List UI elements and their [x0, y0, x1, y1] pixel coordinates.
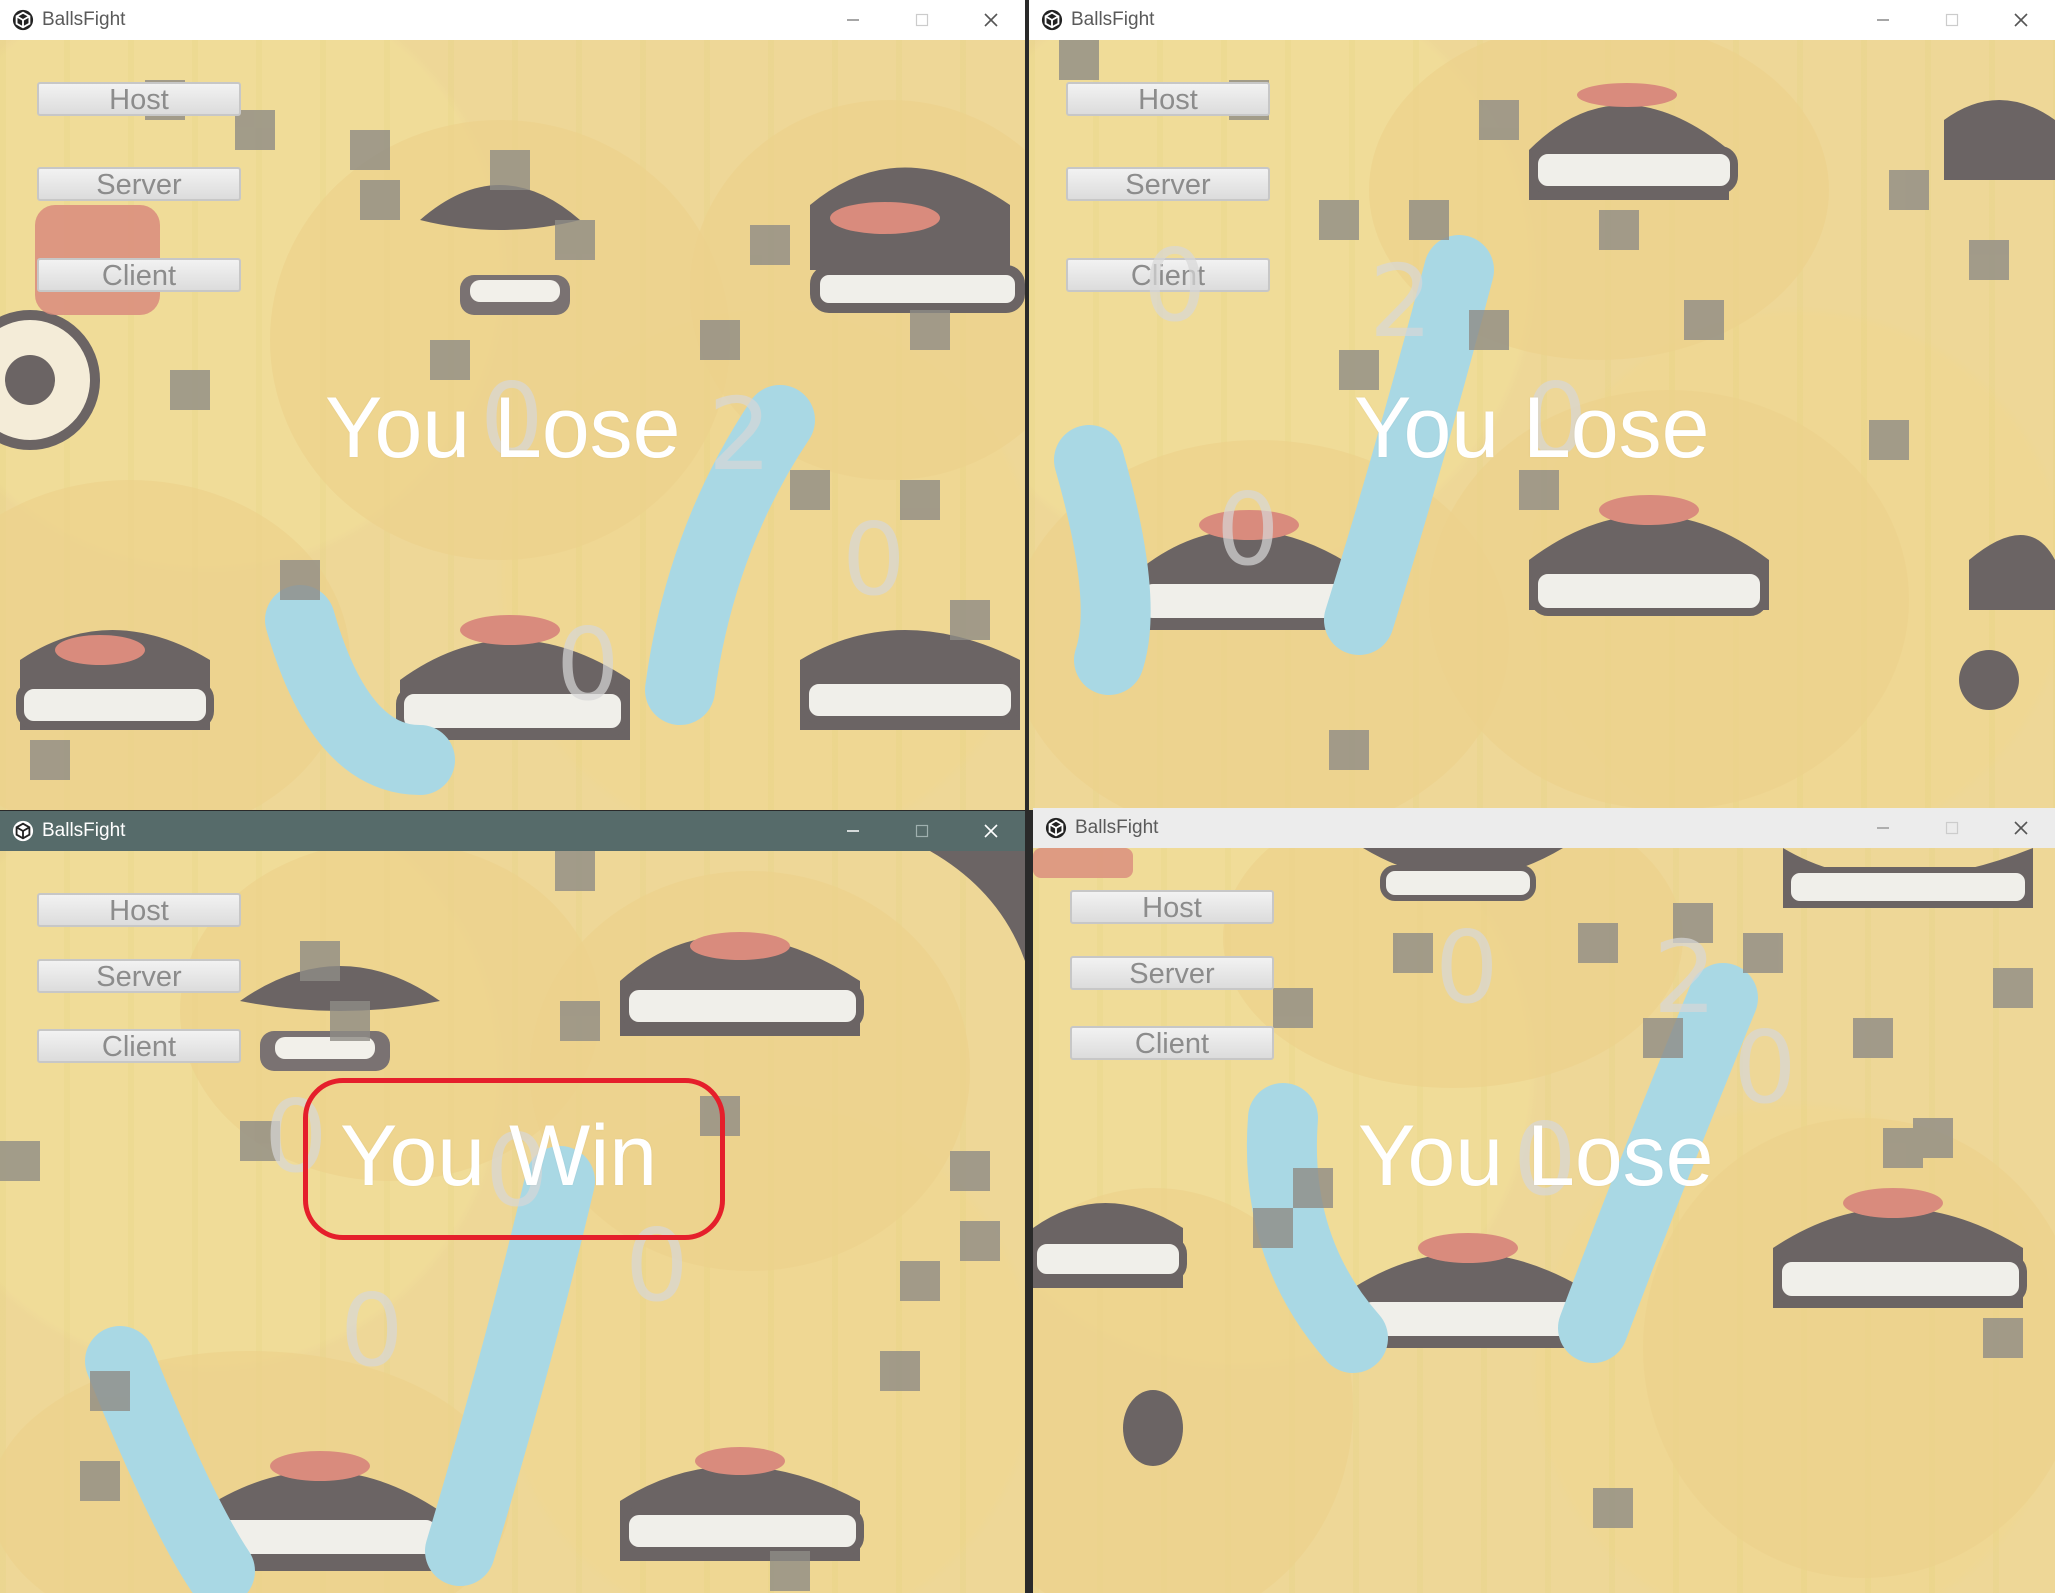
game-viewport[interactable]: Host Server Client 0 0 0 0 You Win — [0, 851, 1025, 1593]
server-button[interactable]: Server — [37, 959, 241, 993]
win-highlight-outline — [303, 1078, 725, 1240]
close-icon[interactable] — [1986, 0, 2055, 40]
host-button[interactable]: Host — [1066, 82, 1270, 116]
client-button[interactable]: Client — [37, 258, 241, 292]
result-message: You Lose — [325, 380, 681, 476]
game-window-bottom-right[interactable]: BallsFight Host Server Client 0 2 0 0 Yo… — [1033, 808, 2055, 1593]
unity-icon — [1045, 817, 1067, 839]
game-viewport[interactable]: Host Server Client 0 2 0 0 You Lose — [0, 40, 1025, 810]
game-window-top-right[interactable]: BallsFight Host Server Client 0 2 0 0 Yo… — [1029, 0, 2055, 810]
window-title: BallsFight — [42, 9, 126, 30]
title-bar[interactable]: BallsFight — [0, 0, 1025, 40]
player-score: 2 — [1369, 243, 1433, 360]
title-bar[interactable]: BallsFight — [0, 811, 1025, 851]
game-viewport[interactable]: Host Server Client 0 2 0 0 You Lose — [1029, 40, 2055, 810]
minimize-icon[interactable] — [818, 0, 887, 40]
player-score: 0 — [1435, 909, 1499, 1026]
player-score: 0 — [842, 501, 906, 618]
player-score: 2 — [708, 376, 772, 493]
minimize-icon[interactable] — [818, 811, 887, 851]
client-button[interactable]: Client — [1070, 1026, 1274, 1060]
game-window-top-left[interactable]: BallsFight Host Server Client 0 2 0 0 Yo… — [0, 0, 1025, 810]
close-icon[interactable] — [1986, 808, 2055, 848]
host-button[interactable]: Host — [1070, 890, 1274, 924]
game-viewport[interactable]: Host Server Client 0 2 0 0 You Lose — [1033, 848, 2055, 1593]
unity-icon — [12, 9, 34, 31]
window-title: BallsFight — [1071, 9, 1155, 30]
player-score: 0 — [556, 606, 620, 723]
game-window-bottom-left[interactable]: BallsFight Host Server Client 0 0 0 0 Yo… — [0, 811, 1025, 1593]
close-icon[interactable] — [956, 811, 1025, 851]
server-button[interactable]: Server — [37, 167, 241, 201]
maximize-icon[interactable] — [1917, 0, 1986, 40]
player-score: 0 — [1733, 1009, 1797, 1126]
result-message: You Lose — [1358, 1108, 1714, 1204]
server-button[interactable]: Server — [1070, 956, 1274, 990]
host-button[interactable]: Host — [37, 893, 241, 927]
player-score: 0 — [340, 1272, 404, 1389]
title-bar[interactable]: BallsFight — [1033, 808, 2055, 848]
unity-icon — [12, 820, 34, 842]
unity-icon — [1041, 9, 1063, 31]
player-score: 0 — [1143, 227, 1207, 344]
host-button[interactable]: Host — [37, 82, 241, 116]
window-title: BallsFight — [42, 820, 126, 841]
client-button[interactable]: Client — [37, 1029, 241, 1063]
result-message: You Lose — [1354, 380, 1710, 476]
server-button[interactable]: Server — [1066, 167, 1270, 201]
minimize-icon[interactable] — [1848, 0, 1917, 40]
title-bar[interactable]: BallsFight — [1029, 0, 2055, 40]
minimize-icon[interactable] — [1848, 808, 1917, 848]
close-icon[interactable] — [956, 0, 1025, 40]
maximize-icon[interactable] — [887, 0, 956, 40]
player-score: 0 — [1216, 471, 1280, 588]
window-title: BallsFight — [1075, 817, 1159, 838]
player-score: 2 — [1653, 919, 1717, 1036]
maximize-icon[interactable] — [887, 811, 956, 851]
maximize-icon[interactable] — [1917, 808, 1986, 848]
